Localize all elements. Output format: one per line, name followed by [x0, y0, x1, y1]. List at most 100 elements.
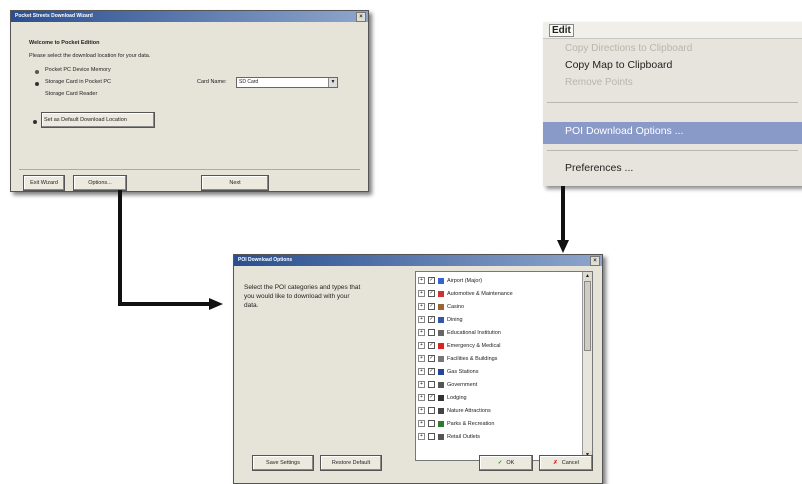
arrow-head-right-icon	[209, 298, 223, 310]
poi-category-row[interactable]: + Retail Outlets	[418, 432, 480, 443]
category-label: Government	[447, 382, 478, 388]
poi-dialog-title: POI Download Options	[238, 257, 293, 263]
category-checkbox[interactable]: ✓	[428, 355, 435, 363]
wizard-instruction: Please select the download location for …	[29, 53, 151, 59]
menu-separator-2	[547, 150, 798, 151]
expand-plus-icon[interactable]: +	[418, 368, 425, 376]
menu-item-copy-map[interactable]: Copy Map to Clipboard	[565, 59, 672, 71]
arrow-head-down-icon	[557, 240, 569, 253]
category-checkbox[interactable]: ✓	[428, 277, 435, 285]
category-checkbox[interactable]: ✓	[428, 316, 435, 324]
poi-category-row[interactable]: + ✓ Facilities & Buildings	[418, 354, 497, 365]
checkmark-icon: ✓	[497, 460, 503, 466]
tree-scrollbar[interactable]: ▲▼	[582, 272, 592, 460]
category-icon	[438, 316, 444, 323]
edit-menu-title[interactable]: Edit	[549, 24, 574, 37]
expand-plus-icon[interactable]: +	[418, 329, 425, 337]
option-storage-card: Storage Card in Pocket PC	[45, 79, 112, 85]
poi-category-row[interactable]: + Nature Attractions	[418, 406, 491, 417]
expand-plus-icon[interactable]: +	[418, 420, 425, 428]
poi-category-row[interactable]: + Educational Institution	[418, 328, 501, 339]
cancel-x-icon: ✗	[553, 460, 558, 466]
category-icon	[438, 394, 444, 401]
poi-category-row[interactable]: + ✓ Casino	[418, 302, 464, 313]
arrow-line-horizontal	[118, 302, 210, 306]
category-label: Casino	[447, 304, 465, 310]
close-icon[interactable]: ×	[590, 256, 600, 266]
expand-plus-icon[interactable]: +	[418, 303, 425, 311]
card-name-select[interactable]: SD Card ▼	[236, 77, 338, 88]
category-icon	[438, 368, 444, 375]
set-default-location-button[interactable]: Set as Default Download Location	[41, 112, 155, 128]
expand-plus-icon[interactable]: +	[418, 355, 425, 363]
category-icon	[438, 381, 444, 388]
next-button[interactable]: Next	[201, 175, 269, 191]
edit-menu-popup: Edit Copy Directions to Clipboard Copy M…	[543, 22, 802, 186]
expand-plus-icon[interactable]: +	[418, 316, 425, 324]
menu-item-poi-download-options[interactable]: POI Download Options ...	[543, 122, 802, 144]
category-checkbox[interactable]: ✓	[428, 368, 435, 376]
options-button[interactable]: Options...	[73, 175, 127, 191]
category-label: Facilities & Buildings	[447, 356, 498, 362]
poi-category-row[interactable]: + ✓ Emergency & Medical	[418, 341, 501, 352]
expand-plus-icon[interactable]: +	[418, 381, 425, 389]
expand-plus-icon[interactable]: +	[418, 342, 425, 350]
category-label: Nature Attractions	[447, 408, 491, 414]
category-icon	[438, 329, 444, 336]
category-checkbox[interactable]	[428, 329, 435, 337]
menu-item-poi-label: POI Download Options ...	[565, 125, 684, 137]
option-device-memory: Pocket PC Device Memory	[45, 67, 111, 73]
poi-category-row[interactable]: + Government	[418, 380, 477, 391]
poi-category-row[interactable]: + ✓ Dining	[418, 315, 463, 326]
category-checkbox[interactable]: ✓	[428, 394, 435, 402]
expand-plus-icon[interactable]: +	[418, 277, 425, 285]
category-checkbox[interactable]	[428, 407, 435, 415]
menu-item-copy-directions: Copy Directions to Clipboard	[565, 43, 693, 54]
chevron-down-icon[interactable]: ▼	[328, 78, 337, 87]
category-checkbox[interactable]	[428, 433, 435, 441]
poi-category-row[interactable]: + ✓ Gas Stations	[418, 367, 479, 378]
bullet-icon	[33, 120, 37, 124]
expand-plus-icon[interactable]: +	[418, 407, 425, 415]
category-checkbox[interactable]	[428, 420, 435, 428]
ok-label: OK	[506, 460, 515, 466]
poi-category-row[interactable]: + Parks & Recreation	[418, 419, 494, 430]
poi-category-row[interactable]: + ✓ Automotive & Maintenance	[418, 289, 513, 300]
menu-bar: Edit	[543, 22, 802, 39]
category-icon	[438, 433, 444, 440]
card-name-label: Card Name:	[197, 79, 227, 85]
poi-category-row[interactable]: + ✓ Airport (Major)	[418, 276, 482, 287]
cancel-button[interactable]: ✗ Cancel	[539, 455, 593, 471]
restore-default-button[interactable]: Restore Default	[320, 455, 382, 471]
poi-category-tree[interactable]: + ✓ Airport (Major) + ✓ Automotive & Maintena…	[415, 271, 593, 461]
download-wizard-window: Pocket Streets Download Wizard × Welcome…	[10, 10, 369, 192]
category-checkbox[interactable]	[428, 381, 435, 389]
expand-plus-icon[interactable]: +	[418, 433, 425, 441]
ok-button[interactable]: ✓ OK	[479, 455, 533, 471]
category-checkbox[interactable]: ✓	[428, 303, 435, 311]
expand-plus-icon[interactable]: +	[418, 290, 425, 298]
category-icon	[438, 342, 444, 349]
card-name-value: SD Card	[239, 79, 259, 85]
category-icon	[438, 420, 444, 427]
radio-storage-card[interactable]	[35, 82, 39, 86]
exit-wizard-button[interactable]: Exit Wizard	[23, 175, 65, 191]
poi-options-dialog: POI Download Options × Select the POI ca…	[233, 254, 603, 484]
category-checkbox[interactable]: ✓	[428, 290, 435, 298]
category-label: Gas Stations	[447, 369, 479, 375]
wizard-title-bar: Pocket Streets Download Wizard ×	[11, 11, 368, 22]
category-checkbox[interactable]: ✓	[428, 342, 435, 350]
expand-plus-icon[interactable]: +	[418, 394, 425, 402]
poi-instruction: Select the POI categories and types that…	[244, 284, 361, 309]
wizard-heading: Welcome to Pocket Edition	[29, 40, 100, 46]
category-label: Automotive & Maintenance	[447, 291, 513, 297]
category-label: Retail Outlets	[447, 434, 481, 440]
category-icon	[438, 290, 444, 297]
scroll-up-icon[interactable]: ▲	[583, 272, 592, 281]
save-settings-button[interactable]: Save Settings	[252, 455, 314, 471]
radio-device-memory[interactable]	[35, 70, 39, 74]
scroll-thumb[interactable]	[584, 281, 591, 351]
close-icon[interactable]: ×	[356, 12, 366, 22]
poi-category-row[interactable]: + ✓ Lodging	[418, 393, 467, 404]
menu-item-preferences[interactable]: Preferences ...	[565, 162, 633, 174]
